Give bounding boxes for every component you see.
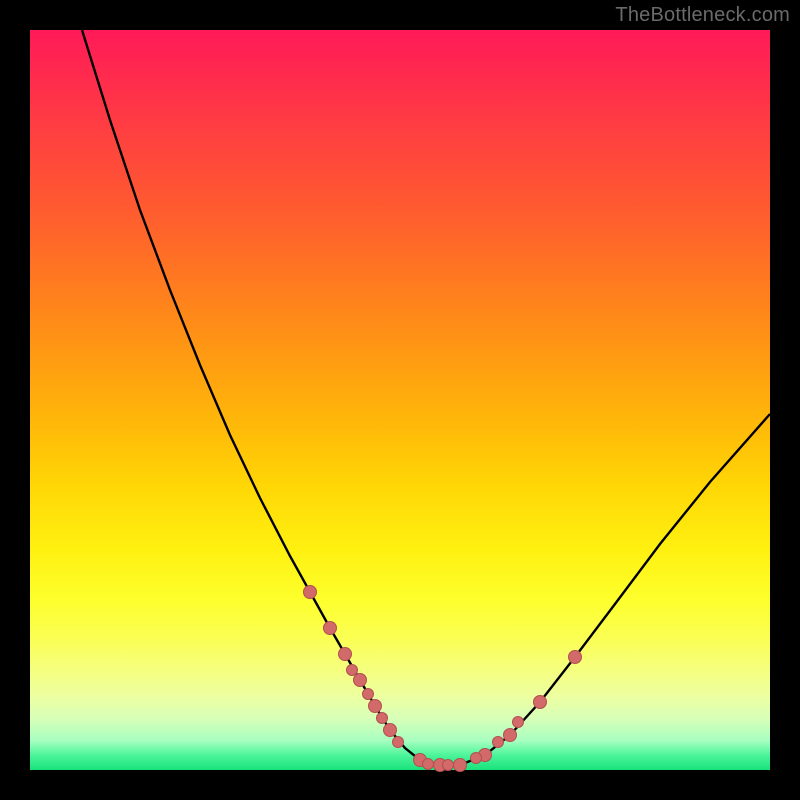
curve-marker <box>324 622 337 635</box>
curve-marker <box>471 753 482 764</box>
curve-marker <box>569 651 582 664</box>
curve-marker <box>493 737 504 748</box>
curve-marker <box>393 737 404 748</box>
bottleneck-curve <box>82 30 770 765</box>
curve-marker <box>504 729 517 742</box>
plot-area <box>30 30 770 770</box>
curve-layer <box>30 30 770 770</box>
curve-marker <box>369 700 382 713</box>
curve-marker <box>354 674 367 687</box>
curve-marker <box>339 648 352 661</box>
curve-marker <box>423 759 434 770</box>
curve-markers <box>304 586 582 772</box>
curve-marker <box>304 586 317 599</box>
chart-frame: TheBottleneck.com <box>0 0 800 800</box>
curve-marker <box>513 717 524 728</box>
curve-marker <box>443 760 454 771</box>
curve-marker <box>534 696 547 709</box>
curve-marker <box>363 689 374 700</box>
curve-marker <box>384 724 397 737</box>
curve-marker <box>347 665 358 676</box>
curve-marker <box>377 713 388 724</box>
curve-marker <box>454 759 467 772</box>
watermark-text: TheBottleneck.com <box>615 4 790 27</box>
